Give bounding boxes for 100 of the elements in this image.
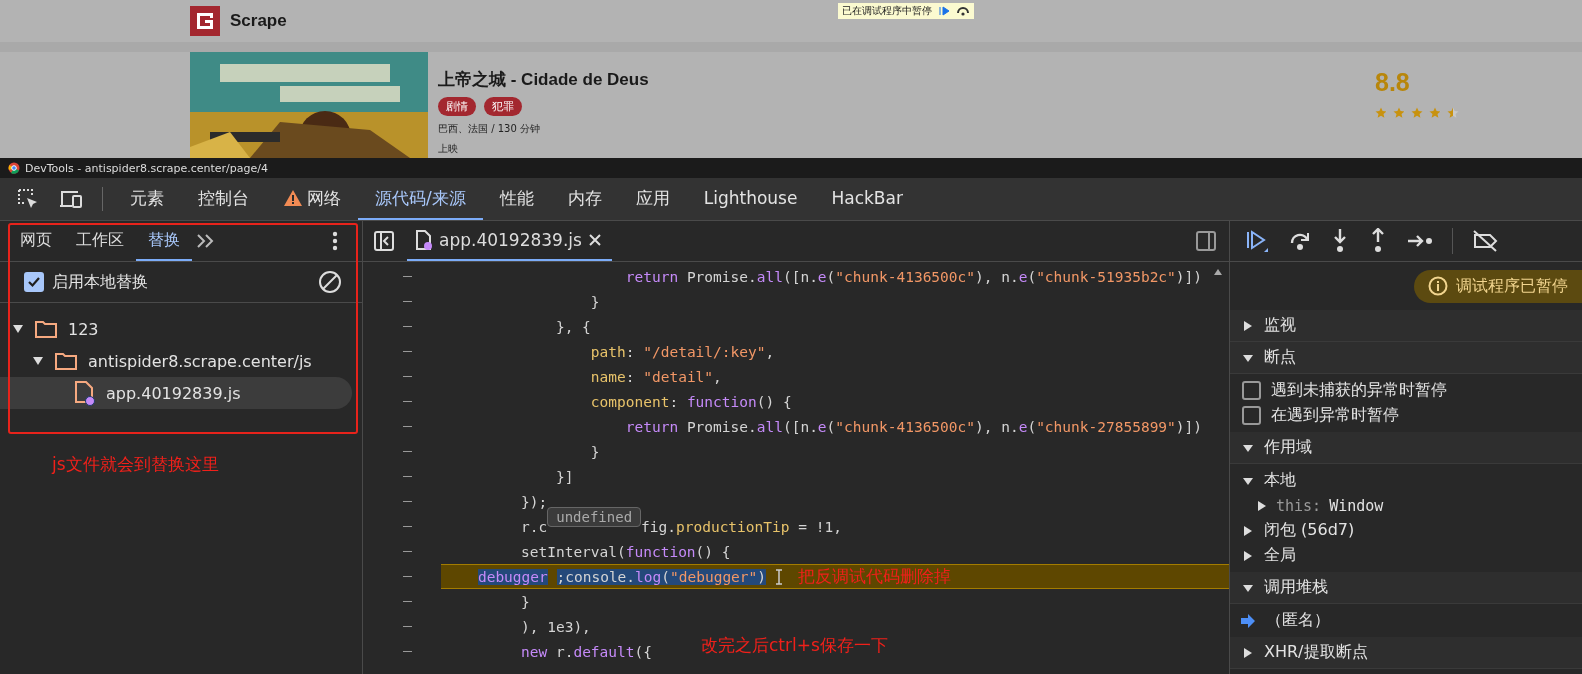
genre-tag[interactable]: 犯罪	[484, 97, 522, 116]
code-line: debugger ;console.log("debugger")	[476, 568, 767, 585]
expand-arrow-icon[interactable]	[1242, 319, 1254, 332]
line-marker	[403, 601, 412, 602]
resume-icon[interactable]	[1244, 228, 1270, 254]
resume-icon[interactable]	[938, 5, 950, 17]
window-title: DevTools - antispider8.scrape.center/page/4	[25, 161, 268, 175]
panel-tab[interactable]: 内存	[550, 178, 619, 220]
tree-label[interactable]: app.40192839.js	[106, 383, 241, 403]
checkbox-label[interactable]: 启用本地替换	[52, 271, 148, 293]
navigator-tab[interactable]: 工作区	[64, 221, 136, 261]
movie-info: 巴西、法国 / 130 分钟	[438, 122, 541, 136]
code-line: name: "detail",	[589, 368, 722, 385]
file-tab[interactable]: app.40192839.js	[407, 221, 612, 261]
checkbox[interactable]	[24, 272, 44, 292]
line-marker	[403, 501, 412, 502]
sidebar-toggle-icon[interactable]	[1195, 230, 1217, 252]
expand-arrow-icon[interactable]	[1242, 524, 1254, 537]
warning-icon	[283, 189, 303, 207]
code-line: return Promise.all([n.e("chunk-4136500c"), n.e("chunk-51935b2c")])	[624, 268, 1203, 285]
property-value: Window	[1329, 496, 1384, 515]
panel-tab[interactable]: 源代码/来源	[358, 178, 483, 220]
menu-icon[interactable]	[332, 231, 338, 251]
panel-tab[interactable]: 网络	[266, 178, 358, 220]
code-line: }]	[554, 468, 574, 485]
section-title[interactable]: 断点	[1264, 347, 1296, 368]
line-marker	[403, 301, 412, 302]
expand-arrow-icon[interactable]	[32, 356, 44, 366]
folder-icon	[34, 319, 58, 339]
star-icon	[1393, 107, 1405, 119]
browser-icon	[8, 162, 20, 174]
call-frame[interactable]: （匿名）	[1266, 610, 1330, 631]
annotation-text: js文件就会到替换这里	[52, 453, 219, 476]
checkbox[interactable]	[1242, 381, 1261, 400]
code-line: }, {	[554, 318, 591, 335]
scroll-up-icon[interactable]	[1213, 268, 1223, 276]
annotation-text: 把反调试代码删除掉	[798, 565, 952, 588]
file-icon	[415, 229, 433, 251]
panel-tab[interactable]: HackBar	[814, 178, 920, 220]
value-tooltip: undefined	[547, 506, 642, 527]
checkbox[interactable]	[1242, 406, 1261, 425]
info-icon	[1428, 276, 1448, 296]
star-icon	[1429, 107, 1441, 119]
line-marker	[403, 276, 412, 277]
section-header[interactable]: 调用堆栈	[1230, 572, 1582, 604]
more-tabs-icon[interactable]	[196, 233, 216, 249]
section-header[interactable]: 监视	[1230, 310, 1582, 342]
panel-tab[interactable]: Lighthouse	[686, 178, 815, 220]
line-marker	[403, 476, 412, 477]
genre-tag[interactable]: 剧情	[438, 97, 476, 116]
deactivate-breakpoints-icon[interactable]	[1471, 229, 1499, 253]
section-title[interactable]: 作用域	[1264, 437, 1312, 458]
close-icon[interactable]	[587, 233, 602, 247]
expand-arrow-icon[interactable]	[1242, 549, 1254, 562]
section-title[interactable]: 监视	[1264, 315, 1296, 336]
paused-message: 调试程序已暂停	[1456, 275, 1568, 297]
code-line: path: "/detail/:key",	[589, 343, 775, 360]
site-name[interactable]: Scrape	[230, 11, 287, 31]
code-line: component: function() {	[589, 393, 792, 410]
tree-label[interactable]: 123	[68, 319, 99, 339]
code-line: ), 1e3),	[520, 618, 591, 635]
section-header[interactable]: 断点	[1230, 342, 1582, 374]
panel-tab[interactable]: 控制台	[181, 178, 266, 220]
tree-label[interactable]: antispider8.scrape.center/js	[88, 351, 312, 371]
text-cursor-icon	[774, 568, 785, 585]
tree-item[interactable]: 123	[0, 313, 352, 345]
line-marker	[403, 326, 412, 327]
annotation-text: 改完之后ctrl+s保存一下	[701, 634, 888, 657]
line-marker	[403, 426, 412, 427]
code-line: setInterval(function() {	[520, 543, 731, 560]
logo-icon	[190, 6, 220, 36]
tree-item[interactable]: app.40192839.js	[0, 377, 352, 409]
scope-label[interactable]: 闭包 (56d7)	[1264, 520, 1355, 541]
scope-label[interactable]: 全局	[1264, 545, 1296, 566]
expand-arrow-icon[interactable]	[1242, 646, 1254, 659]
step-over-icon[interactable]	[956, 5, 970, 17]
panel-tab[interactable]: 应用	[618, 178, 687, 220]
navigator-tab[interactable]: 网页	[8, 221, 64, 261]
checkbox-label[interactable]: 遇到未捕获的异常时暂停	[1271, 380, 1447, 401]
checkmark-icon	[27, 275, 41, 289]
section-title[interactable]: XHR/提取断点	[1264, 642, 1368, 663]
code-line: return Promise.all([n.e("chunk-4136500c"), n.e("chunk-27855899")])	[624, 418, 1203, 435]
line-marker	[403, 626, 412, 627]
file-icon	[74, 380, 96, 406]
checkbox-label[interactable]: 在遇到异常时暂停	[1271, 405, 1399, 426]
navigator-tab[interactable]: 替换	[136, 221, 192, 261]
line-marker	[403, 551, 412, 552]
section-header[interactable]: XHR/提取断点	[1230, 637, 1582, 669]
clear-icon[interactable]	[318, 270, 342, 294]
section-title[interactable]: 调用堆栈	[1264, 577, 1328, 598]
star-icon	[1447, 107, 1459, 119]
expand-arrow-icon[interactable]	[1256, 499, 1268, 512]
section-header[interactable]: 作用域	[1230, 432, 1582, 464]
tree-item[interactable]: antispider8.scrape.center/js	[0, 345, 352, 377]
file-tab-label[interactable]: app.40192839.js	[439, 230, 582, 250]
scope-label[interactable]: 本地	[1264, 470, 1296, 491]
movie-title[interactable]: 上帝之城 - Cidade de Deus	[438, 68, 1338, 91]
expand-arrow-icon[interactable]	[12, 324, 24, 334]
panel-tab[interactable]: 性能	[482, 178, 551, 220]
panel-tab[interactable]: 元素	[113, 178, 181, 220]
